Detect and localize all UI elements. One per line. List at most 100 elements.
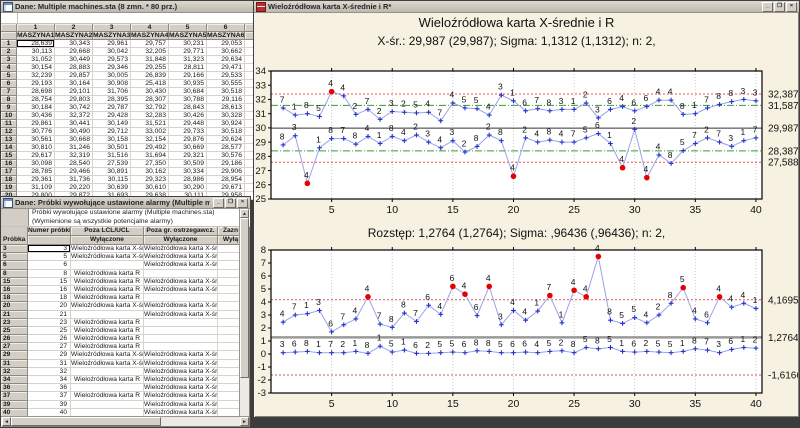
column-number[interactable]: 3 <box>93 24 131 32</box>
data-cell[interactable]: 28,577 <box>207 144 245 152</box>
alarm-sample-number-cell[interactable]: 31 <box>28 360 71 368</box>
alarm-row-header[interactable]: 16 <box>1 286 28 294</box>
column-header-lcl-ucl[interactable]: Poza LCL/UCL <box>71 227 144 236</box>
alarm-lcl-ucl-cell[interactable]: Wieloźródłowa karta R <box>71 392 144 400</box>
alarm-warning-cell[interactable]: Wieloźródłowa karta X-śr <box>144 384 218 392</box>
alarm-lcl-ucl-cell[interactable]: Wieloźródłowa karta R <box>71 294 144 302</box>
data-cell[interactable]: 30,669 <box>169 144 207 152</box>
data-cell[interactable]: 30,231 <box>169 40 207 48</box>
alarm-lcl-ucl-cell[interactable]: Wieloźródłowa karta R <box>71 270 144 278</box>
alarm-warning-cell[interactable] <box>144 335 218 343</box>
data-cell[interactable]: 31,706 <box>93 88 131 96</box>
data-cell[interactable]: 30,290 <box>169 184 207 192</box>
restore-icon[interactable]: ❐ <box>774 2 785 12</box>
data-cell[interactable]: 25,418 <box>131 80 169 88</box>
data-cell[interactable]: 29,712 <box>93 128 131 136</box>
data-cell[interactable]: 29,771 <box>169 48 207 56</box>
alarm-row-header[interactable]: 37 <box>1 392 28 400</box>
chart-titlebar[interactable]: Wieloźródłowa karta X-średnie i R* _ ❐ × <box>254 1 799 13</box>
alarm-lcl-ucl-cell[interactable] <box>71 311 144 319</box>
data-cell[interactable]: 27,350 <box>131 160 169 168</box>
scroll-left-icon[interactable]: ◄ <box>2 417 11 426</box>
row-header[interactable]: 3 <box>1 56 17 64</box>
close-icon[interactable]: × <box>786 2 797 12</box>
restore-icon[interactable]: ❐ <box>225 198 236 208</box>
data-cell[interactable]: 28,395 <box>93 96 131 104</box>
alarm-sample-number-cell[interactable]: 23 <box>28 319 71 327</box>
column-number[interactable]: 6 <box>207 24 245 32</box>
data-cell[interactable]: 30,518 <box>207 128 245 136</box>
alarm-sample-number-cell[interactable]: 27 <box>28 343 71 351</box>
row-header[interactable]: 19 <box>1 184 17 192</box>
data-cell[interactable]: 28,954 <box>207 176 245 184</box>
alarm-lcl-ucl-cell[interactable] <box>71 368 144 376</box>
column-header-warning[interactable]: Poza gr. ostrzegawcz. <box>144 227 218 236</box>
alarm-sample-number-cell[interactable]: 8 <box>28 270 71 278</box>
alarm-row-header[interactable]: 29 <box>1 351 28 359</box>
alarm-warning-cell[interactable]: Wieloźródłowa karta X-śr <box>144 376 218 384</box>
data-cell[interactable]: 30,662 <box>207 48 245 56</box>
data-cell[interactable]: 32,372 <box>55 112 93 120</box>
data-cell[interactable]: 31,109 <box>17 184 55 192</box>
data-cell[interactable]: 29,671 <box>207 184 245 192</box>
alarm-lcl-ucl-cell[interactable] <box>71 384 144 392</box>
column-header-maszyna4[interactable]: MASZYNA4 <box>131 32 169 40</box>
data-cell[interactable]: 32,205 <box>131 48 169 56</box>
alarm-row-header[interactable]: 27 <box>1 343 28 351</box>
data-cell[interactable]: 29,466 <box>55 168 93 176</box>
alarm-warning-cell[interactable] <box>144 270 218 278</box>
data-cell[interactable]: 30,518 <box>207 88 245 96</box>
data-cell[interactable]: 30,184 <box>17 104 55 112</box>
data-cell[interactable]: 28,843 <box>169 104 207 112</box>
data-cell[interactable]: 30,005 <box>93 72 131 80</box>
alarms-titlebar[interactable]: Dane: Próbki wywołujące ustawione alarmy… <box>1 197 250 209</box>
data-cell[interactable]: 30,924 <box>207 120 245 128</box>
row-header[interactable]: 1 <box>1 40 17 48</box>
alarm-warning-cell[interactable] <box>144 294 218 302</box>
data-cell[interactable]: 29,428 <box>93 112 131 120</box>
data-cell[interactable]: 30,788 <box>169 96 207 104</box>
data-cell[interactable]: 30,684 <box>169 88 207 96</box>
alarm-warning-cell[interactable]: Wieloźródłowa karta X-śr <box>144 286 218 294</box>
data-cell[interactable]: 29,166 <box>169 72 207 80</box>
data-cell[interactable]: 30,639 <box>93 184 131 192</box>
data-cell[interactable]: 29,323 <box>131 176 169 184</box>
alarm-warning-cell[interactable]: Wieloźródłowa karta X-śr <box>144 245 218 253</box>
alarm-row-header[interactable]: 26 <box>1 335 28 343</box>
data-cell[interactable]: 30,610 <box>131 184 169 192</box>
alarm-lcl-ucl-cell[interactable] <box>71 401 144 409</box>
data-cell[interactable]: 30,555 <box>207 80 245 88</box>
column-number[interactable]: 5 <box>169 24 207 32</box>
column-header-maszyna2[interactable]: MASZYNA2 <box>55 32 93 40</box>
alarm-row-header[interactable]: 31 <box>1 360 28 368</box>
data-cell[interactable]: 29,906 <box>207 168 245 176</box>
grid-corner-cell[interactable] <box>1 24 17 32</box>
alarm-row-header[interactable]: 8 <box>1 270 28 278</box>
data-cell[interactable]: 30,441 <box>55 120 93 128</box>
data-cell[interactable]: 32,283 <box>131 112 169 120</box>
data-cell[interactable]: 30,149 <box>93 120 131 128</box>
data-cell[interactable]: 30,426 <box>169 112 207 120</box>
alarm-lcl-ucl-cell[interactable]: Wieloźródłowa karta R <box>71 343 144 351</box>
scroll-up-icon[interactable]: ▲ <box>240 209 249 218</box>
alarm-lcl-ucl-cell[interactable]: Wieloźródłowa karta R <box>71 327 144 335</box>
row-header[interactable]: 17 <box>1 168 17 176</box>
column-header-maszyna5[interactable]: MASZYNA5 <box>169 32 207 40</box>
row-header[interactable]: 10 <box>1 112 17 120</box>
alarms-horizontal-scrollbar[interactable]: ◄ ► <box>2 416 249 426</box>
minimize-icon[interactable]: _ <box>213 198 224 208</box>
row-header[interactable]: 7 <box>1 88 17 96</box>
data-cell[interactable]: 29,533 <box>207 72 245 80</box>
data-cell[interactable]: 28,883 <box>55 64 93 72</box>
alarm-row-header[interactable]: 5 <box>1 253 28 261</box>
alarm-row-header[interactable]: 6 <box>1 261 28 269</box>
row-header[interactable]: 18 <box>1 176 17 184</box>
alarm-row-header[interactable]: 21 <box>1 311 28 319</box>
data-cell[interactable]: 29,757 <box>131 40 169 48</box>
data-cell[interactable]: 28,811 <box>169 64 207 72</box>
data-cell[interactable]: 29,471 <box>207 64 245 72</box>
data-cell[interactable]: 29,321 <box>169 152 207 160</box>
alarm-row-header[interactable]: 34 <box>1 376 28 384</box>
alarm-lcl-ucl-cell[interactable]: Wieloźródłowa karta R <box>71 319 144 327</box>
data-cell[interactable]: 30,113 <box>17 48 55 56</box>
